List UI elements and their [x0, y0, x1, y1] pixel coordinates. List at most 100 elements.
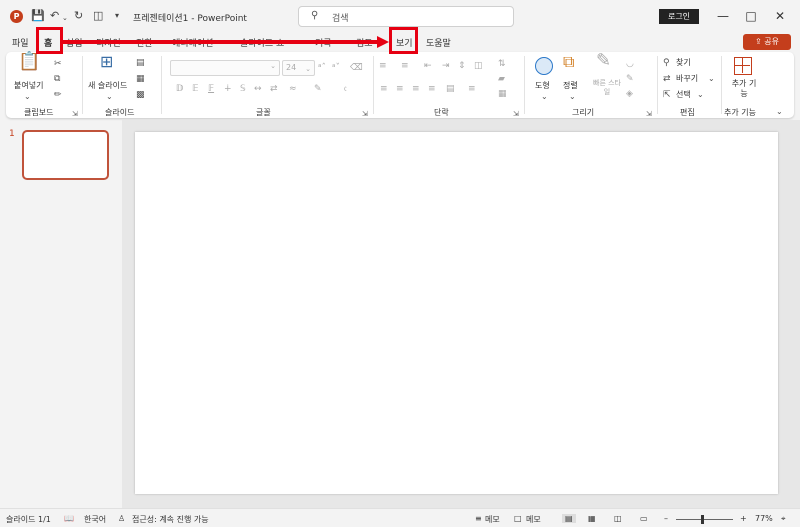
quick-styles-button[interactable]: 빠른 스타일: [590, 79, 624, 97]
share-button[interactable]: ⇪ 공유: [743, 34, 791, 50]
numbering-icon[interactable]: ≡: [401, 60, 409, 72]
collapse-ribbon-icon[interactable]: ⌄: [776, 106, 783, 118]
replace-button[interactable]: 바꾸기: [676, 73, 698, 85]
shapes-icon[interactable]: [535, 57, 553, 75]
strikethrough-icon[interactable]: ∔: [224, 83, 232, 95]
customize-toolbar-icon[interactable]: ▾: [115, 9, 119, 23]
select-dropdown-icon[interactable]: ⌄: [697, 89, 704, 101]
shadow-icon[interactable]: 𝕊: [240, 83, 246, 95]
save-icon[interactable]: 💾: [31, 9, 45, 23]
align-left-icon[interactable]: ≡: [380, 83, 388, 95]
replace-dropdown-icon[interactable]: ⌄: [708, 73, 715, 85]
maximize-button[interactable]: □: [741, 7, 761, 25]
justify-icon[interactable]: ≡: [428, 83, 436, 95]
grow-font-icon[interactable]: ᵃˆ: [318, 62, 326, 74]
paragraph-launcher-icon[interactable]: ⇲: [513, 108, 519, 120]
reset-icon[interactable]: ▦: [136, 73, 145, 85]
columns-dropdown-icon[interactable]: ≡: [468, 83, 476, 95]
slide-thumbnail[interactable]: [22, 130, 109, 180]
slideshow-view-icon[interactable]: ▭: [640, 514, 648, 523]
undo-icon[interactable]: ↶: [50, 9, 59, 23]
comments-icon[interactable]: □: [514, 514, 522, 523]
language-status[interactable]: 한국어: [84, 514, 106, 525]
spelling-icon[interactable]: 📖: [64, 514, 74, 523]
format-painter-quick-icon[interactable]: ◫: [93, 9, 103, 23]
notes-icon[interactable]: ≡: [475, 514, 482, 523]
select-icon[interactable]: ⇱: [663, 89, 671, 101]
shapes-dropdown-icon[interactable]: ⌄: [541, 91, 548, 103]
zoom-level[interactable]: 77%: [755, 514, 773, 523]
slide-sorter-icon[interactable]: ▦: [588, 514, 596, 523]
italic-icon[interactable]: 𝔼: [192, 83, 199, 95]
paste-icon[interactable]: 📋: [18, 53, 40, 71]
redo-icon[interactable]: ↻: [74, 9, 83, 23]
align-text-icon[interactable]: ▰: [498, 73, 505, 85]
align-right-icon[interactable]: ≡: [412, 83, 420, 95]
spacing-icon[interactable]: ↔: [254, 83, 262, 95]
shape-effects-icon[interactable]: ◈: [626, 88, 633, 100]
pen-color-icon[interactable]: ✎: [314, 83, 322, 95]
zoom-slider-thumb[interactable]: [701, 515, 704, 524]
clipboard-launcher-icon[interactable]: ⇲: [72, 108, 78, 120]
bullets-icon[interactable]: ≡: [379, 60, 387, 72]
distributed-icon[interactable]: ▤: [446, 83, 455, 95]
fit-to-window-icon[interactable]: ⌖: [781, 514, 786, 524]
format-painter-icon[interactable]: ✏: [54, 89, 62, 101]
align-center-icon[interactable]: ≡: [396, 83, 404, 95]
columns-icon[interactable]: ◫: [474, 60, 483, 72]
zoom-out-icon[interactable]: –: [664, 514, 668, 523]
replace-icon[interactable]: ⇄: [663, 73, 671, 85]
accessibility-status[interactable]: 접근성: 계속 진행 가능: [132, 514, 209, 525]
bold-icon[interactable]: 𝔻: [176, 83, 183, 95]
cut-icon[interactable]: ✂: [54, 58, 62, 70]
select-button[interactable]: 선택: [676, 89, 691, 101]
addins-icon[interactable]: [734, 57, 752, 75]
find-icon[interactable]: ⚲: [663, 57, 670, 69]
underline-icon[interactable]: 𝔽: [208, 83, 214, 95]
shrink-font-icon[interactable]: ᵃˇ: [332, 62, 340, 74]
smartart-icon[interactable]: ▦: [498, 88, 507, 100]
arrange-icon[interactable]: ⧉: [563, 54, 574, 70]
notes-button[interactable]: 메모: [485, 514, 500, 525]
font-size-select[interactable]: 24 ⌄: [282, 60, 315, 76]
change-case-icon[interactable]: ⇄: [270, 83, 278, 95]
search-box[interactable]: ⚲ 검색: [298, 6, 514, 27]
font-name-select[interactable]: ⌄: [170, 60, 280, 76]
increase-indent-icon[interactable]: ⇥: [442, 60, 450, 72]
quick-styles-icon[interactable]: ✎: [596, 52, 611, 70]
undo-dropdown-icon[interactable]: ⌄: [62, 11, 68, 25]
find-button[interactable]: 찾기: [676, 57, 691, 69]
text-direction-icon[interactable]: ⇅: [498, 58, 506, 70]
zoom-slider[interactable]: [676, 519, 733, 520]
layout-icon[interactable]: ▤: [136, 57, 145, 69]
copy-icon[interactable]: ⧉: [54, 73, 60, 85]
tab-help[interactable]: 도움말: [426, 36, 451, 49]
drawing-launcher-icon[interactable]: ⇲: [646, 108, 652, 120]
highlight-icon[interactable]: ≈: [289, 83, 297, 95]
font-launcher-icon[interactable]: ⇲: [362, 108, 368, 120]
zoom-in-icon[interactable]: +: [740, 514, 747, 523]
font-size-value: 24: [286, 63, 297, 72]
new-slide-icon[interactable]: ⊞: [100, 54, 113, 70]
slide-canvas[interactable]: [135, 132, 778, 494]
login-button[interactable]: 로그인: [659, 9, 699, 24]
shape-fill-icon[interactable]: ◡: [626, 58, 634, 70]
font-color-icon[interactable]: 𝔠: [344, 83, 347, 95]
new-slide-dropdown-icon[interactable]: ⌄: [106, 91, 113, 103]
decrease-indent-icon[interactable]: ⇤: [424, 60, 432, 72]
clear-format-icon[interactable]: ⌫: [350, 62, 363, 74]
line-spacing-icon[interactable]: ⇕: [458, 60, 466, 72]
normal-view-icon[interactable]: ▤: [562, 514, 576, 523]
section-icon[interactable]: ▩: [136, 89, 145, 101]
minimize-button[interactable]: —: [713, 7, 733, 25]
shape-outline-icon[interactable]: ✎: [626, 73, 634, 85]
arrange-dropdown-icon[interactable]: ⌄: [569, 91, 576, 103]
paste-dropdown-icon[interactable]: ⌄: [24, 91, 31, 103]
close-button[interactable]: ✕: [770, 7, 790, 25]
comments-button[interactable]: 메모: [526, 514, 541, 525]
reading-view-icon[interactable]: ◫: [614, 514, 622, 523]
search-input[interactable]: 검색: [332, 11, 349, 24]
accessibility-icon[interactable]: ♙: [118, 514, 125, 523]
addins-button[interactable]: 추가 기능: [730, 79, 758, 99]
tab-file[interactable]: 파일: [12, 36, 29, 49]
